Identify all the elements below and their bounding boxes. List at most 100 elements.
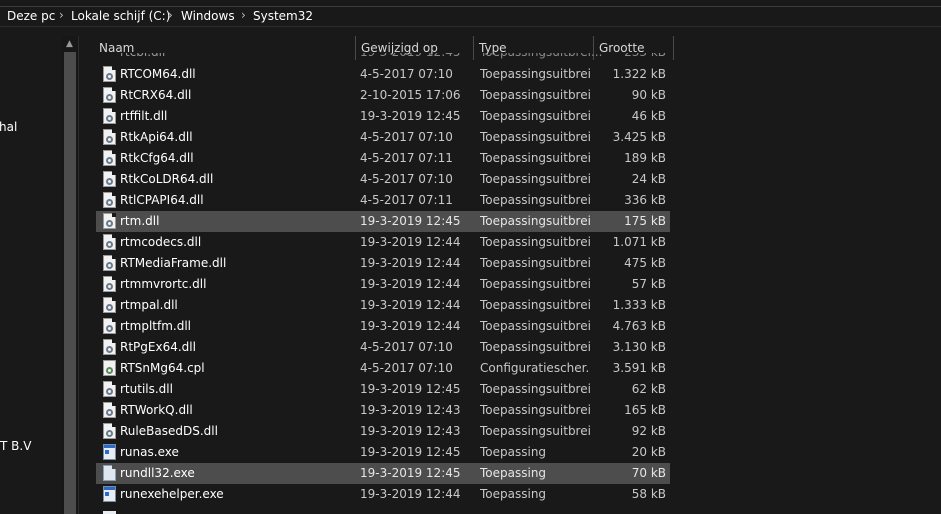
- table-row[interactable]: runas.exe 19-3-2019 12:45 Toepassing 20 kB: [96, 442, 670, 463]
- breadcrumb-separator-icon[interactable]: ›: [168, 8, 173, 22]
- file-size: 336 kB: [624, 193, 666, 207]
- file-modified: 19-3-2019 12:43: [360, 424, 461, 438]
- file-type: Configuratiescher...: [480, 361, 590, 375]
- file-size: 70 kB: [631, 466, 666, 480]
- scroll-up-arrow-icon[interactable]: ▲: [66, 39, 73, 49]
- file-type: Toepassingsuitbrei...: [480, 298, 590, 312]
- gear-icon: [106, 325, 113, 332]
- breadcrumb-item-windows[interactable]: Windows: [181, 9, 235, 23]
- gear-icon: [106, 409, 113, 416]
- file-type: Toepassingsuitbrei...: [480, 172, 590, 186]
- gear-icon: [106, 241, 113, 248]
- file-type: Toepassingsuitbrei...: [480, 340, 590, 354]
- file-modified: 19-3-2019 12:43: [360, 403, 461, 417]
- file-name: rtm.dll: [120, 214, 160, 228]
- file-modified: 4-5-2017 07:10: [360, 361, 453, 375]
- table-row[interactable]: RTWorkQ.dll 19-3-2019 12:43 Toepassingsuit…: [96, 400, 670, 421]
- navigation-pane[interactable]: hal T B.V: [0, 36, 62, 514]
- file-modified: 19-3-2019 12:45: [360, 466, 461, 480]
- file-size: 90 kB: [631, 88, 666, 102]
- address-bar[interactable]: Deze pc › Lokale schijf (C:) › Windows ›…: [0, 0, 941, 34]
- dll-file-icon: [103, 423, 116, 439]
- table-row[interactable]: rtmpal.dll 19-3-2019 12:44 Toepassingsuitb…: [96, 295, 670, 316]
- table-row[interactable]: RtCRX64.dll 2-10-2015 17:06 Toepassingsuit…: [96, 85, 670, 106]
- table-row[interactable]: RTSnMg64.cpl 4-5-2017 07:10 Configuratiesc…: [96, 358, 670, 379]
- table-row[interactable]: RTMediaFrame.dll 19-3-2019 12:44 Toepassin…: [96, 253, 670, 274]
- table-row[interactable]: rtffilt.dll 19-3-2019 12:45 Toepassingsuit…: [96, 106, 670, 127]
- file-type: Toepassingsuitbrei...: [480, 130, 590, 144]
- file-modified: 4-5-2017 07:10: [360, 67, 453, 81]
- scrollbar-thumb[interactable]: [64, 52, 76, 514]
- file-type: Toepassing: [480, 487, 547, 501]
- table-row[interactable]: RtlCPAPI64.dll 4-5-2017 07:11 Toepassingsu…: [96, 190, 670, 211]
- file-size: 1.322 kB: [612, 67, 666, 81]
- file-name: RtCRX64.dll: [120, 88, 192, 102]
- table-row[interactable]: RtkCoLDR64.dll 4-5-2017 07:10 Toepassingsu…: [96, 169, 670, 190]
- file-type: Toepassingsuitbrei...: [480, 256, 590, 270]
- file-size: 475 kB: [624, 256, 666, 270]
- exe-file-icon: [103, 444, 116, 460]
- file-name: RtkApi64.dll: [120, 130, 193, 144]
- file-size: 57 kB: [631, 277, 666, 291]
- nav-item-fragment[interactable]: hal: [0, 120, 17, 134]
- gear-icon: [106, 94, 113, 101]
- gear-icon: [106, 157, 113, 164]
- window-titlebar-icon: [104, 445, 115, 448]
- dll-file-icon: [103, 150, 116, 166]
- file-modified: 4-5-2017 07:10: [360, 340, 453, 354]
- gear-icon: [106, 430, 113, 437]
- table-row[interactable]: RtkApi64.dll 4-5-2017 07:10 Toepassingsuit…: [96, 127, 670, 148]
- file-type: Toepassingsuitbrei...: [480, 67, 590, 81]
- table-row[interactable]: RtPgEx64.dll 4-5-2017 07:10 Toepassingsuit…: [96, 337, 670, 358]
- file-modified: 4-5-2017 07:10: [360, 130, 453, 144]
- breadcrumb-item-local-disk[interactable]: Lokale schijf (C:): [71, 9, 170, 23]
- gear-icon: [106, 136, 113, 143]
- file-name: RuleBasedDS.dll: [120, 424, 218, 438]
- dll-file-icon: [103, 318, 116, 334]
- gear-icon: [106, 262, 113, 269]
- dll-file-icon: [103, 192, 116, 208]
- breadcrumb-separator-icon[interactable]: ›: [241, 8, 246, 22]
- file-name: rtmmvrortc.dll: [120, 277, 207, 291]
- file-type: Toepassingsuitbrei...: [480, 403, 590, 417]
- table-row[interactable]: rundll32.exe 19-3-2019 12:45 Toepassing 70 …: [96, 463, 670, 484]
- nav-item-fragment[interactable]: T B.V: [0, 439, 31, 453]
- exe-file-icon: [103, 486, 116, 502]
- table-row[interactable]: rtm.dll 19-3-2019 12:45 Toepassingsuitbrei…: [96, 211, 670, 232]
- gear-icon: [106, 283, 113, 290]
- gear-icon: [106, 199, 113, 206]
- dll-file-icon: [103, 66, 116, 82]
- gear-icon: [106, 115, 113, 122]
- file-modified: 19-3-2019 12:44: [360, 487, 461, 501]
- file-name: RTSnMg64.cpl: [120, 361, 205, 375]
- file-type: Toepassingsuitbrei...: [480, 382, 590, 396]
- dll-file-icon: [103, 339, 116, 355]
- dll-file-icon: [103, 108, 116, 124]
- sort-ascending-icon: ⌃: [233, 36, 242, 42]
- file-size: 3.425 kB: [612, 130, 666, 144]
- table-row[interactable]: RtkCfg64.dll 4-5-2017 07:11 Toepassingsuit…: [96, 148, 670, 169]
- breadcrumb-item-deze-pc[interactable]: Deze pc: [7, 9, 55, 23]
- table-row[interactable]: rtutils.dll 19-3-2019 12:45 Toepassingsuit…: [96, 379, 670, 400]
- table-row-partial[interactable]: rtcbl.dll 19-3-2019 12:45 Toepassingsuit…: [96, 53, 670, 61]
- blank-file-icon: [103, 465, 116, 481]
- file-list[interactable]: Naam ⌃ Gewijzigd op Type Grootte rtcbl.d…: [79, 36, 941, 514]
- table-row[interactable]: rtmmvrortc.dll 19-3-2019 12:44 Toepassings…: [96, 274, 670, 295]
- table-row[interactable]: rtmcodecs.dll 19-3-2019 12:44 Toepassingsu…: [96, 232, 670, 253]
- column-separator[interactable]: [673, 36, 674, 60]
- table-row[interactable]: runexehelper.exe 19-3-2019 12:44 Toepassin…: [96, 484, 670, 505]
- table-row[interactable]: RuleBasedDS.dll 19-3-2019 12:43 Toepassing…: [96, 421, 670, 442]
- table-row[interactable]: rtmpltfm.dll 19-3-2019 12:44 Toepassingsui…: [96, 316, 670, 337]
- file-type: Toepassingsuitbrei...: [480, 214, 590, 228]
- file-modified: 19-3-2019 12:44: [360, 277, 461, 291]
- navigation-pane-scrollbar[interactable]: ▲: [62, 36, 78, 514]
- breadcrumb-item-system32[interactable]: System32: [253, 9, 313, 23]
- file-type: Toepassingsuitbrei...: [480, 424, 590, 438]
- file-name: rtmcodecs.dll: [120, 235, 202, 249]
- file-size: 1.333 kB: [612, 298, 666, 312]
- dll-file-icon: [103, 255, 116, 271]
- file-type: Toepassingsuitbrei...: [480, 88, 590, 102]
- breadcrumb-separator-icon[interactable]: ›: [59, 8, 64, 22]
- table-row[interactable]: RTCOM64.dll 4-5-2017 07:10 Toepassingsuitb…: [96, 64, 670, 85]
- file-modified: 2-10-2015 17:06: [360, 88, 461, 102]
